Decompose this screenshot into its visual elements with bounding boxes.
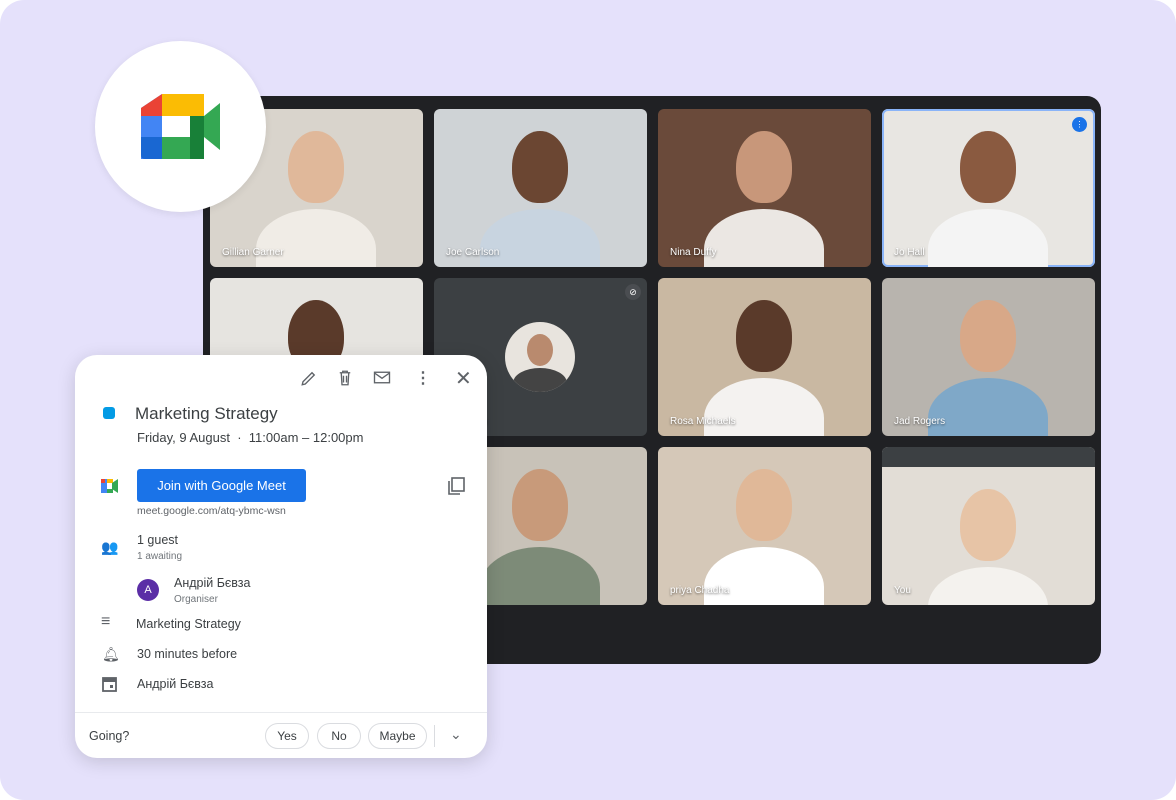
participant-video: [704, 209, 824, 267]
more-options-icon[interactable]: ⋮: [415, 368, 431, 388]
close-icon[interactable]: ✕: [455, 366, 472, 391]
rsvp-no-button[interactable]: No: [317, 723, 361, 749]
event-datetime: Friday, 9 August · 11:00am – 12:00pm: [137, 430, 363, 445]
participant-name: Joe Carlson: [446, 247, 500, 258]
reminder: 30 minutes before: [137, 647, 238, 661]
participant-tile[interactable]: ⋮ Jo Hall: [882, 109, 1095, 267]
event-description: Marketing Strategy: [136, 617, 241, 631]
join-meet-button[interactable]: Join with Google Meet: [137, 469, 306, 502]
participant-video: [256, 209, 376, 267]
copy-icon[interactable]: [448, 477, 465, 495]
participant-name: priya Chadha: [670, 585, 730, 596]
guest-count: 1 guest: [137, 533, 179, 547]
guests-icon: 👥: [101, 539, 119, 555]
calendar-icon: [102, 677, 117, 692]
participant-name: Nina Duffy: [670, 247, 717, 258]
participant-name: Jo Hall: [894, 247, 925, 258]
bell-icon: 🔔︎: [102, 646, 120, 662]
separator: ·: [237, 430, 242, 445]
going-label: Going?: [89, 729, 130, 743]
participant-tile[interactable]: priya Chadha: [658, 447, 871, 605]
speaking-indicator-icon: ⋮: [1072, 117, 1087, 132]
participant-name: Jad Rogers: [894, 416, 946, 427]
divider: [75, 712, 487, 713]
organiser-role: Organiser: [174, 594, 218, 605]
muted-mic-icon: ⊘: [625, 284, 641, 300]
participant-name: Rosa Michaels: [670, 416, 736, 427]
rsvp-maybe-button[interactable]: Maybe: [368, 723, 427, 749]
google-meet-icon: [101, 479, 118, 493]
delete-icon[interactable]: [337, 369, 353, 387]
participant-video: [480, 547, 600, 605]
google-meet-logo-icon: [141, 94, 220, 159]
participant-video: [928, 209, 1048, 267]
avatar: A: [137, 579, 159, 601]
participant-tile[interactable]: You: [882, 447, 1095, 605]
description-icon: ≡: [101, 613, 111, 630]
event-time: 11:00am – 12:00pm: [248, 430, 364, 445]
participant-tile[interactable]: Jad Rogers: [882, 278, 1095, 436]
participant-video: [704, 547, 824, 605]
event-title: Marketing Strategy: [135, 404, 278, 423]
meet-link[interactable]: meet.google.com/atq-ybmc-wsn: [137, 505, 286, 517]
participant-tile[interactable]: Rosa Michaels: [658, 278, 871, 436]
calendar-owner: Андрій Бєвза: [137, 677, 214, 691]
organiser-name: Андрій Бєвза: [174, 576, 251, 590]
participant-video: [704, 378, 824, 436]
participant-video: [480, 209, 600, 267]
event-details-card: ⋮ ✕ Marketing Strategy Friday, 9 August …: [75, 355, 487, 758]
chevron-down-icon[interactable]: ⌄: [450, 726, 462, 743]
participant-video: [928, 378, 1048, 436]
divider: [434, 725, 435, 747]
event-color-swatch: [103, 407, 115, 419]
event-date: Friday, 9 August: [137, 430, 230, 445]
avatar: [505, 322, 575, 392]
participant-video: [928, 567, 1048, 605]
rsvp-yes-button[interactable]: Yes: [265, 723, 309, 749]
google-meet-logo: [95, 41, 266, 212]
edit-icon[interactable]: [300, 369, 318, 387]
participant-tile[interactable]: Joe Carlson: [434, 109, 647, 267]
participant-name: Gillian Garner: [222, 247, 284, 258]
awaiting-count: 1 awaiting: [137, 551, 183, 562]
participant-name: You: [894, 585, 911, 596]
email-icon[interactable]: [373, 370, 391, 385]
participant-tile[interactable]: Nina Duffy: [658, 109, 871, 267]
